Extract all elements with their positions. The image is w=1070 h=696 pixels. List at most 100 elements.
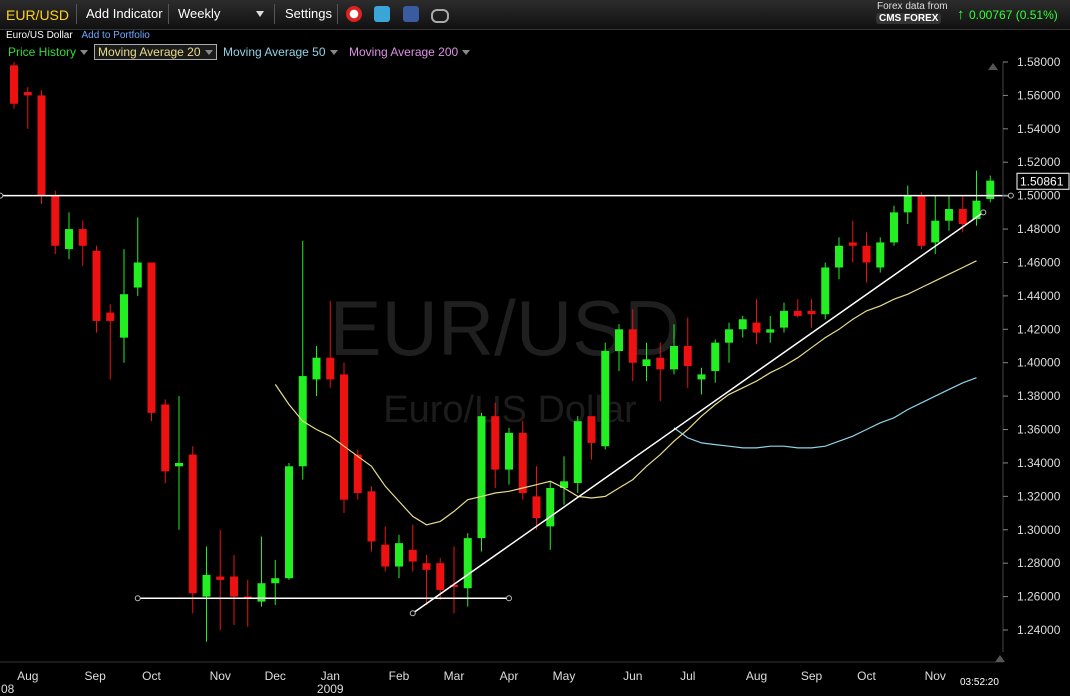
candle-up [477, 416, 486, 539]
y-tick-label: 1.44000 [1017, 289, 1061, 303]
candle-up [615, 329, 623, 352]
moving-average-50-line [673, 377, 977, 449]
candle-up [821, 267, 830, 315]
candle-up [120, 294, 128, 338]
x-tick-label: Dec [265, 669, 286, 683]
candle-down [491, 416, 500, 470]
candle-down [230, 576, 238, 597]
candle-up [65, 229, 73, 250]
candle-up [835, 245, 843, 268]
y-tick-label: 1.28000 [1017, 556, 1061, 570]
y-tick-label: 1.36000 [1017, 423, 1061, 437]
candle-down [807, 310, 816, 315]
y-tick-label: 1.54000 [1017, 122, 1061, 136]
candle-down [793, 310, 802, 316]
timestamp: 03:52:20 [960, 677, 999, 688]
candle-down [422, 563, 431, 570]
candle-down [408, 549, 417, 562]
candle-down [752, 322, 761, 333]
x-tick-label: Nov [210, 669, 231, 683]
candle-up [601, 351, 610, 447]
x-tick-label: Oct [857, 669, 876, 683]
price-chart[interactable]: EUR/USD Euro/US Dollar 1.58000 1.56000 1.5… [0, 0, 1070, 696]
candle-up [903, 195, 912, 213]
x-tick-label: Mar [444, 669, 465, 683]
y-tick-label: 1.58000 [1017, 55, 1061, 69]
x-tick-label: Jun [623, 669, 642, 683]
candle-down [10, 65, 18, 104]
candle-up [945, 209, 953, 221]
candle-down [628, 329, 637, 363]
candle-down [518, 432, 527, 494]
candle-up [738, 319, 747, 330]
candle-up [202, 574, 211, 597]
candle-up [766, 329, 775, 333]
y-tick-label: 1.26000 [1017, 590, 1061, 604]
x-tick-label: Sep [801, 669, 823, 683]
x-tick-label: Apr [500, 669, 519, 683]
x-tick-label: Feb [389, 669, 410, 683]
y-tick-label: 1.34000 [1017, 456, 1061, 470]
candle-up [670, 346, 678, 370]
candle-up [711, 342, 720, 372]
scroll-up-icon[interactable] [988, 63, 998, 70]
candle-up [175, 462, 183, 467]
candle-down [92, 250, 101, 321]
candle-down [381, 544, 390, 567]
candle-up [931, 220, 940, 243]
candle-down [587, 416, 596, 443]
candle-down [37, 95, 46, 196]
candle-up [697, 374, 706, 380]
last-price-label: 1.50861 [1020, 174, 1064, 188]
candle-up [876, 242, 885, 268]
x-year-label: 2009 [317, 682, 344, 696]
y-tick-label: 1.24000 [1017, 623, 1061, 637]
y-tick-label: 1.56000 [1017, 88, 1061, 102]
x-tick-label: Nov [925, 669, 946, 683]
candle-up [312, 357, 321, 380]
candle-up [271, 578, 280, 584]
candle-down [862, 245, 871, 263]
candle-down [106, 312, 115, 321]
trendline-handle[interactable] [0, 192, 4, 199]
candle-down [78, 229, 87, 246]
trendline-handle[interactable] [409, 610, 416, 617]
candle-down [532, 496, 541, 519]
candle-up [546, 488, 555, 527]
x-tick-label: Aug [746, 669, 767, 683]
candle-down [147, 262, 156, 413]
candle-down [958, 209, 967, 225]
candle-up [463, 538, 472, 589]
candle-down [683, 346, 692, 367]
candle-up [395, 543, 403, 567]
candle-down [340, 374, 348, 500]
watermark-name: Euro/US Dollar [383, 389, 637, 431]
x-tick-label: Jan [321, 669, 340, 683]
candle-up [780, 310, 788, 328]
candle-down [188, 454, 197, 594]
candle-down [656, 357, 665, 370]
candle-down [51, 195, 60, 246]
candle-down [23, 92, 32, 96]
candle-down [367, 491, 376, 542]
y-tick-label: 1.52000 [1017, 155, 1061, 169]
scroll-up-icon[interactable] [995, 655, 1005, 662]
y-tick-label: 1.50000 [1017, 189, 1061, 203]
trendline-handle[interactable] [134, 595, 141, 602]
watermark-symbol: EUR/USD [329, 284, 680, 372]
trendline-handle[interactable] [980, 209, 987, 216]
candle-down [436, 563, 445, 590]
y-tick-label: 1.48000 [1017, 222, 1061, 236]
y-tick-label: 1.32000 [1017, 489, 1061, 503]
candle-up [573, 421, 582, 483]
y-tick-label: 1.46000 [1017, 255, 1061, 269]
candle-down [353, 454, 362, 494]
candle-down [216, 576, 225, 580]
x-tick-label: Jul [680, 669, 695, 683]
trendline-handle[interactable] [506, 595, 512, 602]
candle-up [133, 262, 142, 288]
x-tick-label: Oct [142, 669, 161, 683]
trendline-handle[interactable] [1007, 192, 1014, 199]
x-tick-label: May [553, 669, 576, 683]
x-tick-label: Sep [84, 669, 106, 683]
